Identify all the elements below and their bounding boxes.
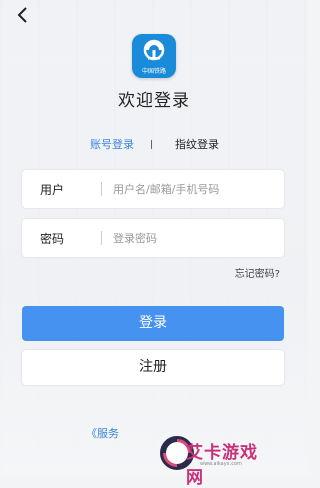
password-input[interactable] <box>113 227 273 249</box>
back-button[interactable] <box>12 4 36 28</box>
register-button[interactable]: 注册 <box>22 350 284 385</box>
chevron-left-icon <box>17 7 27 23</box>
login-button[interactable]: 登录 <box>22 306 284 341</box>
watermark: 艾卡游戏网 www.aikayx.com <box>160 434 272 488</box>
username-label: 用户 <box>40 183 65 197</box>
app-logo: 中国铁路 <box>132 34 176 78</box>
tab-separator <box>151 140 152 149</box>
username-input[interactable] <box>113 178 273 200</box>
username-field[interactable]: 用户 <box>22 170 284 208</box>
service-agreement-link[interactable]: 《服务 <box>86 425 119 441</box>
watermark-url: www.aikayx.com <box>200 461 242 467</box>
password-field[interactable]: 密码 <box>22 219 284 257</box>
tab-fingerprint-login[interactable]: 指纹登录 <box>175 136 219 152</box>
logo-caption: 中国铁路 <box>141 68 166 75</box>
field-divider <box>101 182 102 196</box>
password-label: 密码 <box>40 232 65 246</box>
page-title: 欢迎登录 <box>118 91 190 111</box>
tab-account-login[interactable]: 账号登录 <box>90 136 134 152</box>
forgot-password-link[interactable]: 忘记密码? <box>235 265 280 280</box>
field-divider <box>101 231 102 245</box>
